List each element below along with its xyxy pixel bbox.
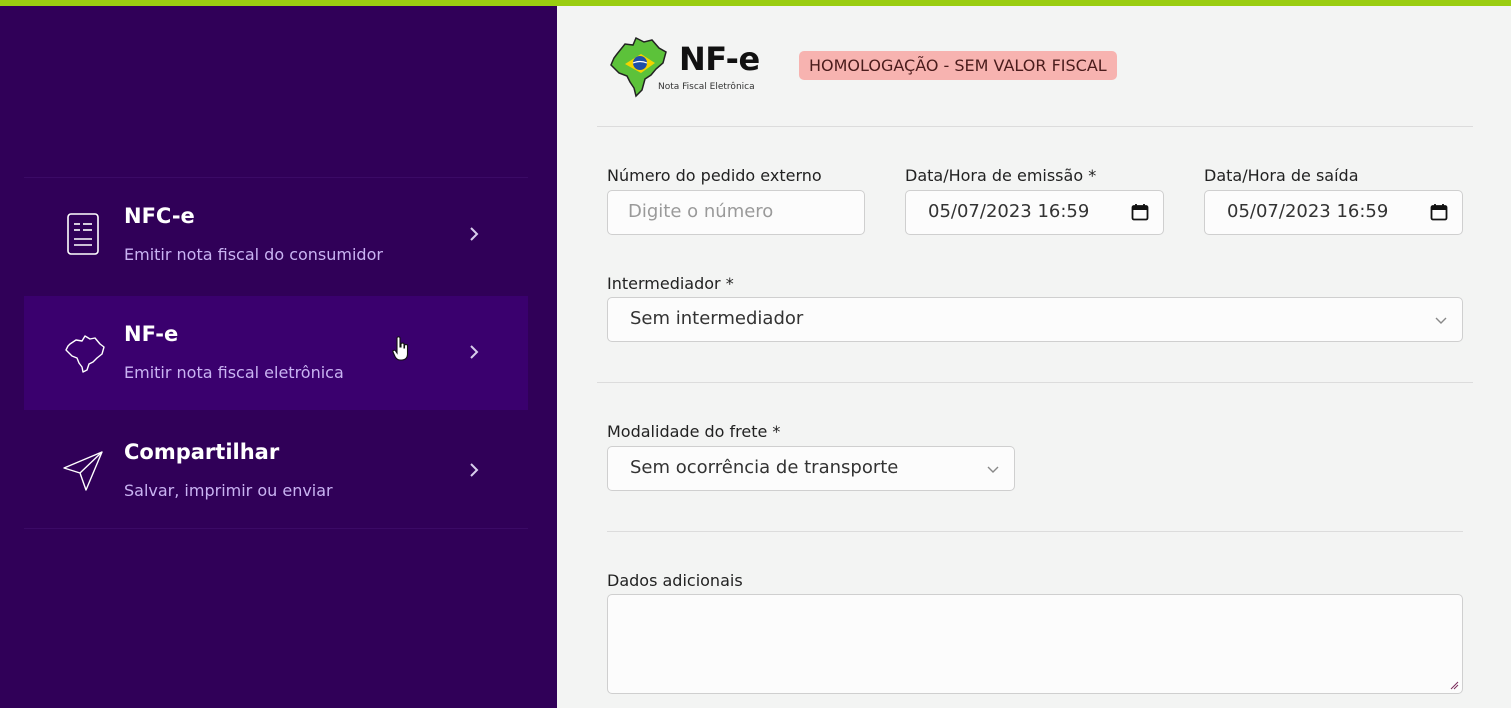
sidebar: NFC-e Emitir nota fiscal do consumidor N… <box>0 6 557 708</box>
sidebar-item-subtitle: Salvar, imprimir ou enviar <box>124 481 333 500</box>
sidebar-item-nfce[interactable]: NFC-e Emitir nota fiscal do consumidor <box>24 178 528 292</box>
resize-grip-icon[interactable] <box>1449 680 1459 690</box>
intermediador-label: Intermediador * <box>607 274 734 293</box>
sidebar-item-title: Compartilhar <box>124 440 280 464</box>
sidebar-divider <box>24 528 528 529</box>
saida-value: 05/07/2023 16:59 <box>1227 201 1389 222</box>
chevron-right-icon <box>470 345 479 359</box>
logo-text: NF-e <box>679 40 760 78</box>
saida-datetime-input[interactable]: 05/07/2023 16:59 <box>1204 190 1463 235</box>
divider <box>597 126 1473 127</box>
paper-plane-icon <box>63 451 103 491</box>
chevron-right-icon <box>470 227 479 241</box>
logo-subtitle: Nota Fiscal Eletrônica <box>658 82 755 92</box>
pedido-placeholder: Digite o número <box>628 201 774 222</box>
chevron-down-icon <box>1435 317 1447 324</box>
sidebar-item-subtitle: Emitir nota fiscal do consumidor <box>124 245 383 264</box>
sidebar-item-compartilhar[interactable]: Compartilhar Salvar, imprimir ou enviar <box>24 414 528 528</box>
intermediador-select[interactable]: Sem intermediador <box>607 297 1463 342</box>
intermediador-value: Sem intermediador <box>630 308 804 329</box>
main-content: NF-e Nota Fiscal Eletrônica HOMOLOGAÇÃO … <box>557 6 1511 708</box>
sidebar-item-title: NF-e <box>124 322 179 346</box>
brazil-map-icon <box>65 335 105 373</box>
emissao-value: 05/07/2023 16:59 <box>928 201 1090 222</box>
frete-value: Sem ocorrência de transporte <box>630 457 899 478</box>
frete-select[interactable]: Sem ocorrência de transporte <box>607 446 1015 491</box>
environment-badge: HOMOLOGAÇÃO - SEM VALOR FISCAL <box>799 51 1117 80</box>
emissao-datetime-input[interactable]: 05/07/2023 16:59 <box>905 190 1164 235</box>
divider <box>597 382 1473 383</box>
pedido-label: Número do pedido externo <box>607 166 822 185</box>
hand-cursor-icon <box>392 336 409 361</box>
calendar-icon[interactable] <box>1430 203 1448 221</box>
receipt-icon <box>67 213 99 255</box>
adicionais-textarea[interactable] <box>607 594 1463 694</box>
sidebar-item-subtitle: Emitir nota fiscal eletrônica <box>124 363 344 382</box>
adicionais-label: Dados adicionais <box>607 571 743 590</box>
sidebar-item-nfe[interactable]: NF-e Emitir nota fiscal eletrônica <box>24 296 528 410</box>
chevron-right-icon <box>470 463 479 477</box>
frete-label: Modalidade do frete * <box>607 422 781 441</box>
saida-label: Data/Hora de saída <box>1204 166 1359 185</box>
divider <box>607 531 1463 532</box>
sidebar-item-title: NFC-e <box>124 204 195 228</box>
calendar-icon[interactable] <box>1131 203 1149 221</box>
pedido-input[interactable]: Digite o número <box>607 190 865 235</box>
chevron-down-icon <box>987 466 999 473</box>
emissao-label: Data/Hora de emissão * <box>905 166 1097 185</box>
